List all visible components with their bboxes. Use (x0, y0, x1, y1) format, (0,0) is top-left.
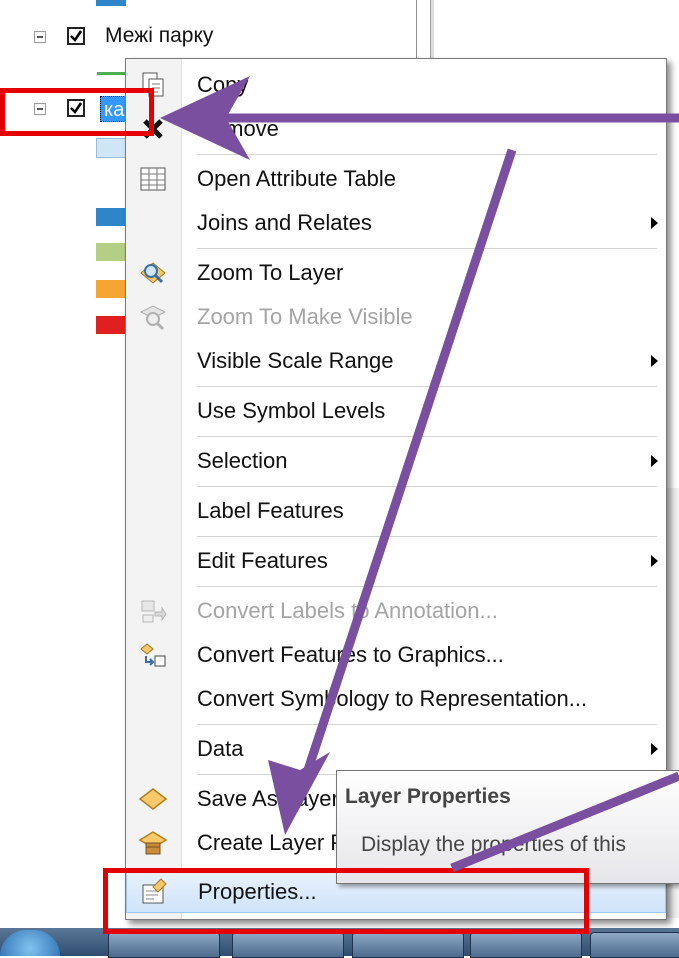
taskbar-app-4[interactable] (470, 932, 582, 958)
menu-item-zoom-to-layer[interactable]: Zoom To Layer (126, 253, 666, 293)
layer-properties-tooltip: Layer Properties Display the properties … (336, 770, 679, 884)
tooltip-description: Display the properties of this (361, 833, 626, 856)
menu-item-copy[interactable]: Copy (126, 65, 666, 105)
legend-swatch-blue (96, 208, 126, 226)
taskbar-app-5[interactable] (590, 932, 679, 958)
legend-swatch-green (96, 243, 126, 261)
annotation-box-layer (0, 88, 154, 136)
menu-item-label: Open Attribute Table (197, 166, 396, 191)
menu-item-selection[interactable]: Selection (126, 441, 666, 481)
menu-item-label: Data (197, 736, 244, 761)
taskbar-app-1[interactable] (108, 932, 220, 958)
menu-item-label: Copy (197, 72, 249, 97)
menu-item-remove[interactable]: Remove (126, 109, 666, 149)
menu-item-convert-labels-to-annotation: Convert Labels to Annotation... (126, 591, 666, 631)
legend-line-symbol (97, 72, 125, 75)
menu-item-label: Use Symbol Levels (197, 398, 386, 423)
menu-item-convert-symbology-to-representation[interactable]: Convert Symbology to Representation... (126, 679, 666, 719)
start-button[interactable] (0, 930, 60, 956)
menu-separator (197, 586, 657, 587)
menu-separator (197, 248, 657, 249)
menu-item-convert-features-to-graphics[interactable]: Convert Features to Graphics... (126, 635, 666, 675)
menu-item-data[interactable]: Data (126, 729, 666, 769)
menu-item-label: Label Features (197, 498, 344, 523)
menu-item-label: Convert Features to Graphics... (197, 642, 504, 667)
legend-swatch-top (96, 0, 126, 6)
menu-separator (197, 386, 657, 387)
legend-swatch-orange (96, 280, 126, 298)
zoom-visible-icon (138, 302, 168, 332)
tooltip-title: Layer Properties (345, 785, 511, 808)
zoom-to-layer-icon (138, 258, 168, 288)
submenu-arrow-icon (651, 217, 658, 229)
menu-separator (197, 724, 657, 725)
layer1-name[interactable]: Межі парку (105, 24, 213, 48)
submenu-arrow-icon (651, 743, 658, 755)
convert-graphics-icon (138, 640, 168, 670)
menu-item-label: Zoom To Make Visible (197, 304, 413, 329)
annotation-box-properties (103, 868, 589, 934)
menu-item-label: Convert Symbology to Representation... (197, 686, 588, 711)
menu-separator (197, 486, 657, 487)
convert-labels-icon (138, 596, 168, 626)
menu-item-label: Remove (197, 116, 279, 141)
layer1-visibility-checkbox[interactable] (67, 27, 85, 45)
menu-item-open-attribute-table[interactable]: Open Attribute Table (126, 159, 666, 199)
menu-item-use-symbol-levels[interactable]: Use Symbol Levels (126, 391, 666, 431)
collapse-button-layer1[interactable] (34, 31, 46, 43)
menu-item-label: Edit Features (197, 548, 328, 573)
menu-item-joins-and-relates[interactable]: Joins and Relates (126, 203, 666, 243)
table-icon (138, 164, 168, 194)
submenu-arrow-icon (651, 355, 658, 367)
legend-swatch-red (96, 316, 126, 334)
menu-item-zoom-to-make-visible: Zoom To Make Visible (126, 297, 666, 337)
submenu-arrow-icon (651, 555, 658, 567)
legend-swatch-pale (96, 138, 128, 158)
menu-item-label: Selection (197, 448, 288, 473)
layer-package-icon (138, 828, 168, 858)
menu-item-label: Convert Labels to Annotation... (197, 598, 498, 623)
panel-divider[interactable] (430, 0, 434, 60)
menu-separator (197, 154, 657, 155)
menu-item-visible-scale-range[interactable]: Visible Scale Range (126, 341, 666, 381)
menu-item-label: Visible Scale Range (197, 348, 394, 373)
menu-item-edit-features[interactable]: Edit Features (126, 541, 666, 581)
save-layer-icon (138, 784, 168, 814)
taskbar-app-2[interactable] (232, 932, 344, 958)
submenu-arrow-icon (651, 455, 658, 467)
menu-separator (197, 536, 657, 537)
menu-item-label: Joins and Relates (197, 210, 372, 235)
menu-separator (197, 436, 657, 437)
menu-item-label-features[interactable]: Label Features (126, 491, 666, 531)
taskbar-app-3[interactable] (352, 932, 464, 958)
menu-item-label: Zoom To Layer (197, 260, 344, 285)
